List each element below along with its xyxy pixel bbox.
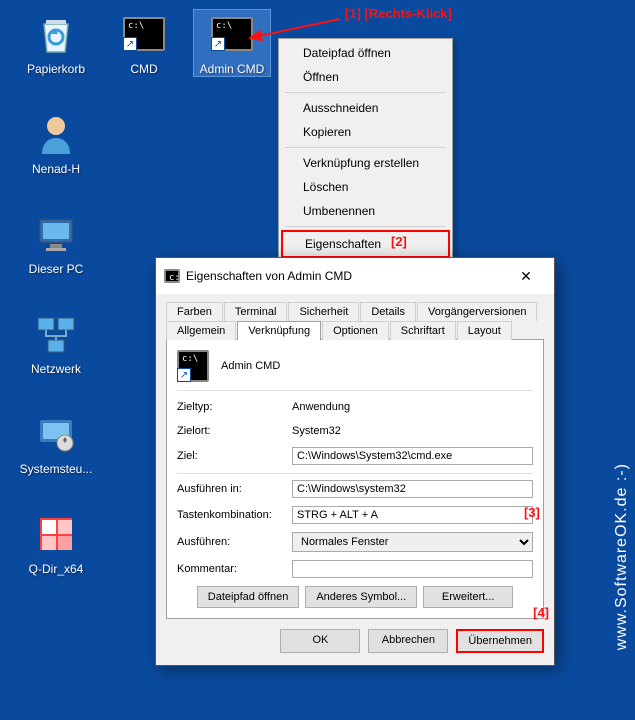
ausfuehren-in-input[interactable] <box>292 480 533 498</box>
annotation-1: [1] [Rechts-Klick] <box>345 6 452 21</box>
change-icon-button[interactable]: Anderes Symbol... <box>305 586 417 608</box>
tab-optionen[interactable]: Optionen <box>322 321 389 340</box>
ctx-item[interactable]: Eigenschaften[2] <box>281 230 450 258</box>
ctx-item[interactable]: Löschen <box>281 175 450 199</box>
tab-details[interactable]: Details <box>360 302 416 321</box>
icon-label: Nenad-H <box>18 162 94 176</box>
dialog-title: Eigenschaften von Admin CMD <box>180 269 506 283</box>
zieltyp-value: Anwendung <box>292 399 533 415</box>
open-path-button[interactable]: Dateipfad öffnen <box>197 586 300 608</box>
icon-label: Papierkorb <box>18 62 94 76</box>
tab-vorgängerversionen[interactable]: Vorgängerversionen <box>417 302 537 321</box>
watermark: www.SoftwareOK.de :-) <box>613 463 631 650</box>
kommentar-label: Kommentar: <box>177 563 292 575</box>
ausfuehren-select[interactable]: Normales Fenster <box>292 532 533 552</box>
annotation-2: [2] <box>391 234 407 249</box>
ausfuehren-label: Ausführen: <box>177 536 292 548</box>
tastenkombi-label: Tastenkombination: <box>177 509 292 521</box>
tab-verknüpfung[interactable]: Verknüpfung <box>237 321 321 340</box>
ctx-item[interactable]: Dateipfad öffnen <box>281 41 450 65</box>
ziel-label: Ziel: <box>177 450 292 462</box>
desktop-icon-recycle-bin[interactable]: Papierkorb <box>18 10 94 76</box>
icon-label: Admin CMD <box>194 62 270 76</box>
apply-button[interactable]: Übernehmen <box>456 629 544 653</box>
zieltyp-label: Zieltyp: <box>177 401 292 413</box>
ctx-item[interactable]: Kopieren <box>281 120 450 144</box>
cmd-icon: ↗ <box>177 350 209 382</box>
ziel-input[interactable] <box>292 447 533 465</box>
tab-farben[interactable]: Farben <box>166 302 223 321</box>
ctx-item[interactable]: Verknüpfung erstellen <box>281 151 450 175</box>
icon-label: Netzwerk <box>18 362 94 376</box>
tab-terminal[interactable]: Terminal <box>224 302 288 321</box>
desktop-icon-q-dir[interactable]: Q-Dir_x64 <box>18 510 94 576</box>
cmd-icon <box>164 269 180 283</box>
desktop-icon-admin-cmd[interactable]: ↗Admin CMD <box>194 10 270 76</box>
ctx-item[interactable]: Ausschneiden <box>281 96 450 120</box>
desktop-icon-systemsteu[interactable]: Systemsteu... <box>18 410 94 476</box>
tastenkombi-input[interactable] <box>292 506 533 524</box>
icon-label: Systemsteu... <box>18 462 94 476</box>
desktop-icon-nenad-h[interactable]: Nenad-H <box>18 110 94 176</box>
icon-label: Dieser PC <box>18 262 94 276</box>
zielort-value: System32 <box>292 423 533 439</box>
advanced-button[interactable]: Erweitert... <box>423 586 513 608</box>
ok-button[interactable]: OK <box>280 629 360 653</box>
ctx-item[interactable]: Umbenennen <box>281 199 450 223</box>
ctx-item[interactable]: Öffnen <box>281 65 450 89</box>
tab-allgemein[interactable]: Allgemein <box>166 321 236 340</box>
ausfuehren-in-label: Ausführen in: <box>177 483 292 495</box>
tab-layout[interactable]: Layout <box>457 321 512 340</box>
kommentar-input[interactable] <box>292 560 533 578</box>
properties-dialog: Eigenschaften von Admin CMD ✕ FarbenTerm… <box>155 257 555 666</box>
desktop-icon-dieser-pc[interactable]: Dieser PC <box>18 210 94 276</box>
desktop-icon-cmd[interactable]: ↗CMD <box>106 10 182 76</box>
context-menu: Dateipfad öffnenÖffnen AusschneidenKopier… <box>278 38 453 261</box>
icon-label: Q-Dir_x64 <box>18 562 94 576</box>
cancel-button[interactable]: Abbrechen <box>368 629 448 653</box>
zielort-label: Zielort: <box>177 425 292 437</box>
desktop-icon-netzwerk[interactable]: Netzwerk <box>18 310 94 376</box>
close-button[interactable]: ✕ <box>506 264 546 288</box>
shortcut-name: Admin CMD <box>221 360 280 372</box>
tab-sicherheit[interactable]: Sicherheit <box>288 302 359 321</box>
icon-label: CMD <box>106 62 182 76</box>
tab-schriftart[interactable]: Schriftart <box>390 321 456 340</box>
